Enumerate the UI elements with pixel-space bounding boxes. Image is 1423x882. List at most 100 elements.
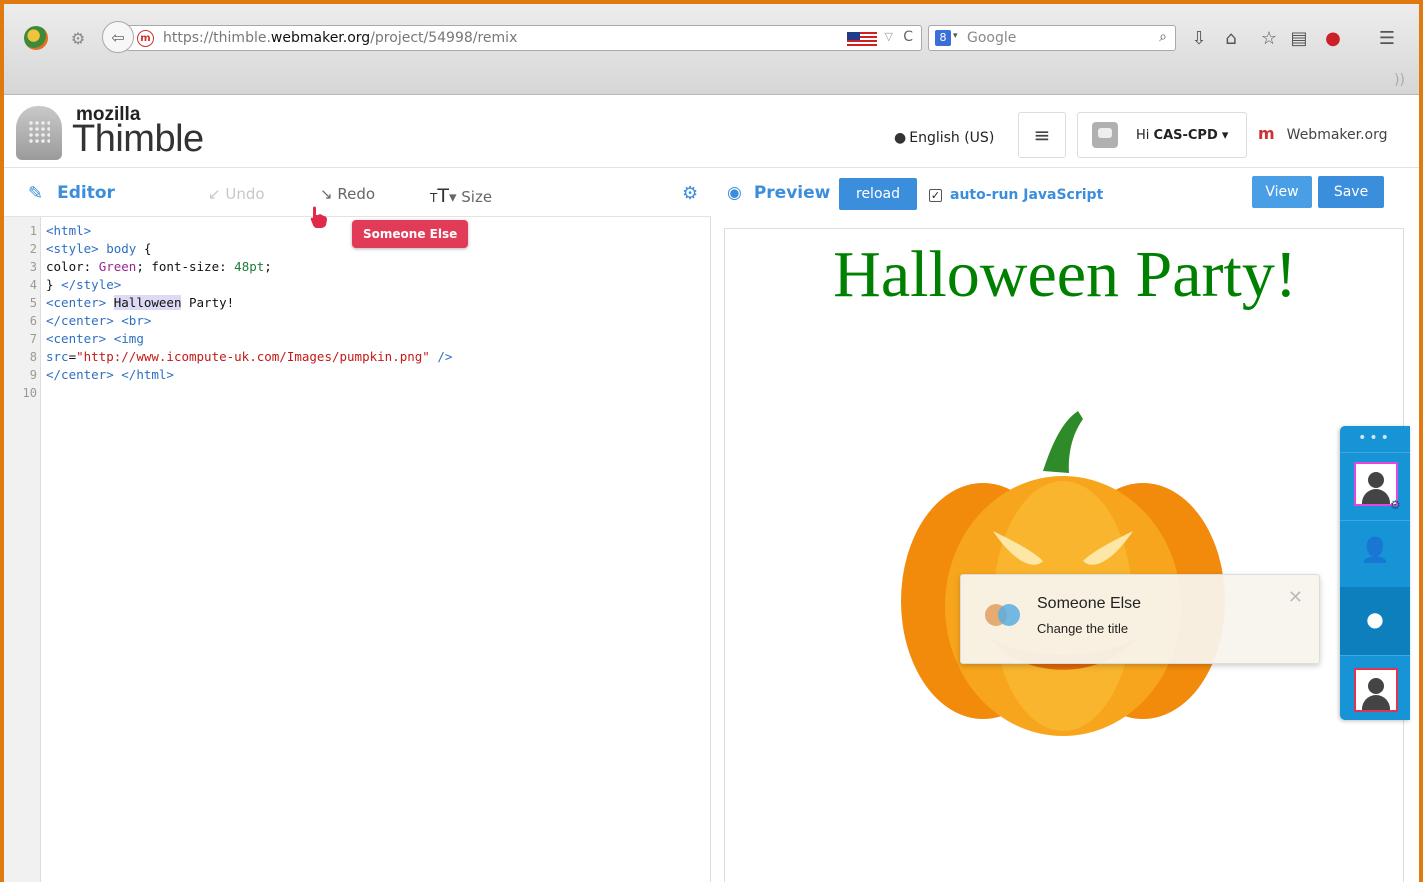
hamburger-icon: ≡: [1033, 123, 1051, 147]
search-icon[interactable]: ⌕: [1159, 29, 1167, 45]
url-prefix: https://thimble.: [163, 30, 271, 46]
code-line[interactable]: <center> <img: [46, 330, 144, 348]
line-number: 1: [29, 224, 37, 238]
addon-icon[interactable]: ⚙: [68, 26, 88, 50]
pinterest-icon[interactable]: ●: [1322, 28, 1344, 49]
thimble-logo-icon[interactable]: [16, 106, 62, 160]
reading-list-icon[interactable]: ▤: [1288, 28, 1310, 49]
tab-preview[interactable]: ◉ Preview: [727, 183, 830, 203]
collaborators-icon: [985, 604, 1020, 626]
redo-button[interactable]: ↘ Redo: [320, 185, 375, 203]
size-label: Size: [461, 188, 493, 206]
rss-icon[interactable]: )): [1394, 72, 1405, 88]
code-line[interactable]: <center> Halloween Party!: [46, 294, 234, 312]
view-button[interactable]: View: [1252, 176, 1312, 208]
drag-handle-icon[interactable]: •••: [1340, 430, 1410, 446]
redo-icon: ↘: [320, 185, 333, 203]
code-line[interactable]: src="http://www.icompute-uk.com/Images/p…: [46, 348, 452, 366]
language-selector[interactable]: ● English (US): [894, 130, 994, 146]
back-button[interactable]: ⇦: [102, 21, 134, 53]
brand-thimble[interactable]: Thimble: [72, 118, 204, 161]
collaborator-avatar[interactable]: [1354, 668, 1398, 712]
notification-message: Change the title: [1037, 621, 1129, 636]
undo-label: Undo: [225, 185, 265, 203]
webmaker-label: Webmaker.org: [1286, 127, 1388, 143]
autorun-label: auto-run JavaScript: [950, 187, 1104, 203]
preview-tab-label: Preview: [753, 183, 831, 203]
language-label: English (US): [909, 130, 995, 146]
globe-icon: ●: [894, 130, 907, 146]
url-dropdown-icon[interactable]: ▽: [885, 30, 893, 43]
collaboration-sidebar: ••• ⚙ 👤 ●: [1340, 426, 1410, 720]
code-line[interactable]: </center> <br>: [46, 312, 151, 330]
collaborator-cursor-label: Someone Else: [352, 220, 469, 248]
preview-heading: Halloween Party!: [833, 238, 1297, 311]
browser-toolbar: ⚙ m https://thimble. webmaker.org/project…: [4, 4, 1419, 95]
divider: [1340, 520, 1410, 521]
us-flag-icon: [847, 32, 877, 46]
eye-icon: ◉: [727, 183, 742, 203]
bookmark-star-icon[interactable]: ☆: [1258, 28, 1280, 49]
autorun-checkbox[interactable]: ✓ auto-run JavaScript: [929, 187, 1103, 203]
redo-label: Redo: [337, 185, 376, 203]
line-number: 2: [29, 242, 37, 256]
code-line[interactable]: </center> </html>: [46, 366, 174, 384]
webmaker-logo-icon: m: [1258, 124, 1275, 143]
line-number: 6: [29, 314, 37, 328]
app-header: mozilla Thimble ● English (US) ≡ Hi CAS-C…: [4, 96, 1419, 168]
search-engine-dropdown-icon[interactable]: ▾: [953, 31, 958, 41]
font-size-button[interactable]: TT▾ Size: [430, 185, 492, 207]
chevron-down-icon: ▾: [1221, 127, 1229, 143]
firefox-icon: [24, 26, 48, 50]
menu-button[interactable]: ≡: [1018, 112, 1066, 158]
close-icon[interactable]: ✕: [1288, 587, 1303, 608]
settings-badge-icon: ⚙: [1390, 498, 1401, 512]
url-bar[interactable]: m https://thimble. webmaker.org/project/5…: [126, 25, 922, 51]
line-number: 7: [29, 332, 37, 346]
webmaker-link[interactable]: m Webmaker.org: [1258, 124, 1388, 143]
line-number: 4: [29, 278, 37, 292]
tab-editor[interactable]: ✎ Editor: [4, 169, 164, 217]
line-number: 3: [29, 260, 37, 274]
divider: [1340, 452, 1410, 453]
hamburger-menu-icon[interactable]: ☰: [1376, 28, 1398, 49]
search-placeholder: Google: [967, 30, 1017, 46]
divider: [1340, 655, 1410, 656]
username: CAS-CPD: [1153, 127, 1218, 143]
user-menu-button[interactable]: Hi CAS-CPD ▾: [1077, 112, 1247, 158]
gear-icon[interactable]: ⚙: [682, 183, 698, 204]
pencil-icon: ✎: [28, 182, 44, 204]
home-icon[interactable]: ⌂: [1220, 28, 1242, 49]
line-number: 10: [22, 386, 37, 400]
line-number: 8: [29, 350, 37, 364]
collaboration-notification: Someone Else Change the title ✕: [960, 574, 1320, 664]
undo-icon: ↙: [208, 185, 221, 203]
editor-tab-label: Editor: [57, 183, 115, 203]
chat-bubble-icon: ●: [1366, 607, 1384, 631]
screenshot-frame: ⚙ m https://thimble. webmaker.org/project…: [0, 0, 1423, 882]
collaborator-cursor-icon: [310, 206, 327, 228]
reload-button[interactable]: reload: [839, 178, 917, 210]
notification-name: Someone Else: [1037, 595, 1142, 612]
download-icon[interactable]: ⇩: [1188, 28, 1210, 49]
code-line[interactable]: <style> body {: [46, 240, 151, 258]
checkbox-checked-icon[interactable]: ✓: [929, 188, 942, 202]
code-line[interactable]: } </style>: [46, 276, 121, 294]
save-button[interactable]: Save: [1318, 176, 1384, 208]
add-user-icon[interactable]: 👤: [1340, 536, 1410, 564]
preview-toolbar: ◉ Preview reload ✓ auto-run JavaScript Vie…: [711, 169, 1419, 217]
undo-button[interactable]: ↙ Undo: [208, 185, 265, 203]
line-number: 5: [29, 296, 37, 310]
avatar: [1092, 122, 1118, 148]
line-number: 9: [29, 368, 37, 382]
editor-toolbar: ✎ Editor ↙ Undo ↘ Redo TT▾ Size ⚙: [4, 169, 711, 217]
search-engine-icon[interactable]: 8: [935, 30, 951, 46]
reload-icon[interactable]: C: [903, 29, 913, 45]
search-bar[interactable]: 8 ▾ Google ⌕: [928, 25, 1176, 51]
preview-pane[interactable]: Halloween Party!: [724, 228, 1404, 882]
chat-button[interactable]: ●: [1340, 587, 1410, 655]
greeting: Hi: [1136, 127, 1150, 143]
code-line[interactable]: color: Green; font-size: 48pt;: [46, 258, 272, 276]
site-icon: m: [137, 30, 154, 47]
code-line[interactable]: <html>: [46, 222, 91, 240]
